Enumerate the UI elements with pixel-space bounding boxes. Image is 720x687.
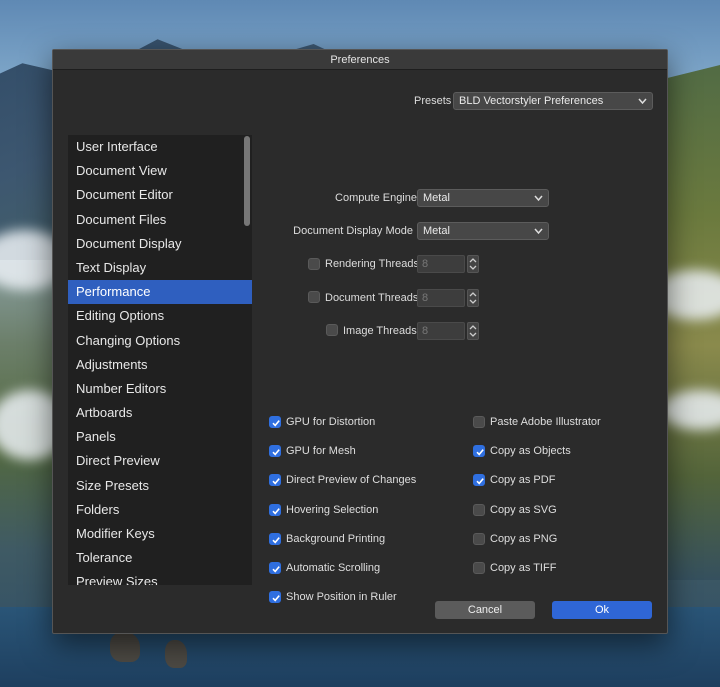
presets-label: Presets [414,95,452,107]
sidebar-item-document-files[interactable]: Document Files [68,208,252,232]
ok-button[interactable]: Ok [552,601,652,619]
sidebar-item-preview-sizes[interactable]: Preview Sizes [68,570,252,585]
show-position-in-ruler-checkbox[interactable] [269,591,281,604]
image-threads-input[interactable]: 8 [417,322,465,340]
wallpaper-rock [110,632,140,662]
sidebar-item-document-editor[interactable]: Document Editor [68,183,252,207]
copy-as-pdf-checkbox[interactable] [473,474,485,487]
copy-as-tiff-checkbox[interactable] [473,562,485,574]
hovering-selection-checkbox[interactable] [269,503,281,516]
automatic-scrolling-checkbox[interactable] [269,562,281,574]
paste-adobe-illustrator-checkbox[interactable] [473,416,485,428]
document-threads-label: Document Threads [325,292,419,304]
display-mode-value: Metal [423,225,450,237]
document-threads-checkbox[interactable] [308,291,320,303]
rendering-threads-stepper[interactable] [467,255,479,273]
document-threads-input[interactable]: 8 [417,289,465,307]
gpu-for-mesh-checkbox[interactable] [269,445,281,458]
chevron-down-icon [534,227,543,235]
presets-select[interactable]: BLD Vectorstyler Preferences [453,92,653,110]
display-mode-select[interactable]: Metal [417,222,549,240]
sidebar-item-folders[interactable]: Folders [68,498,252,522]
chevron-down-icon [638,97,647,105]
sidebar-item-tolerance[interactable]: Tolerance [68,546,252,570]
cancel-button[interactable]: Cancel [435,601,535,619]
sidebar-item-user-interface[interactable]: User Interface [68,135,252,159]
sidebar-item-editing-options[interactable]: Editing Options [68,304,252,328]
sidebar-item-artboards[interactable]: Artboards [68,401,252,425]
preferences-dialog: Preferences Presets BLD Vectorstyler Pre… [52,49,668,634]
image-threads-label: Image Threads [343,325,417,337]
rendering-threads-input[interactable]: 8 [417,255,465,273]
rendering-threads-label: Rendering Threads [325,258,419,270]
sidebar-item-panels[interactable]: Panels [68,425,252,449]
copy-as-objects-checkbox[interactable] [473,445,485,458]
sidebar-item-document-view[interactable]: Document View [68,159,252,183]
performance-panel: Compute Engine Metal Document Display Mo… [252,135,652,604]
copy-as-png-label: Copy as PNG [490,532,558,545]
background-printing-checkbox[interactable] [269,532,281,545]
copy-as-svg-label: Copy as SVG [490,503,557,516]
direct-preview-of-changes-label: Direct Preview of Changes [286,474,417,487]
wallpaper-rock [165,640,187,668]
copy-as-svg-checkbox[interactable] [473,503,485,516]
gpu-for-distortion-checkbox[interactable] [269,416,281,428]
hovering-selection-label: Hovering Selection [286,503,379,516]
copy-as-tiff-label: Copy as TIFF [490,562,557,574]
compute-engine-label: Compute Engine [335,192,417,204]
sidebar-item-changing-options[interactable]: Changing Options [68,329,252,353]
rendering-threads-checkbox[interactable] [308,258,320,270]
image-threads-stepper[interactable] [467,322,479,340]
preferences-sidebar: User Interface Document View Document Edit… [68,135,252,585]
image-threads-checkbox[interactable] [326,324,338,336]
display-mode-label: Document Display Mode [293,225,413,237]
sidebar-item-direct-preview[interactable]: Direct Preview [68,449,252,473]
copy-as-pdf-label: Copy as PDF [490,474,556,487]
copy-as-png-checkbox[interactable] [473,532,485,545]
direct-preview-of-changes-checkbox[interactable] [269,474,281,487]
compute-engine-value: Metal [423,192,450,204]
sidebar-item-size-presets[interactable]: Size Presets [68,474,252,498]
sidebar-item-document-display[interactable]: Document Display [68,232,252,256]
sidebar-item-text-display[interactable]: Text Display [68,256,252,280]
copy-as-objects-label: Copy as Objects [490,445,571,458]
sidebar-item-number-editors[interactable]: Number Editors [68,377,252,401]
automatic-scrolling-label: Automatic Scrolling [286,562,381,574]
gpu-for-distortion-label: GPU for Distortion [286,416,376,428]
document-threads-stepper[interactable] [467,289,479,307]
gpu-for-mesh-label: GPU for Mesh [286,445,356,458]
sidebar-item-adjustments[interactable]: Adjustments [68,353,252,377]
paste-adobe-illustrator-label: Paste Adobe Illustrator [490,416,601,428]
sidebar-item-modifier-keys[interactable]: Modifier Keys [68,522,252,546]
chevron-down-icon [534,194,543,202]
show-position-in-ruler-label: Show Position in Ruler [286,591,397,604]
sidebar-item-performance[interactable]: Performance [68,280,252,305]
presets-select-value: BLD Vectorstyler Preferences [459,95,604,107]
background-printing-label: Background Printing [286,532,386,545]
dialog-title: Preferences [53,50,667,70]
compute-engine-select[interactable]: Metal [417,189,549,207]
sidebar-scrollbar[interactable] [244,136,250,226]
